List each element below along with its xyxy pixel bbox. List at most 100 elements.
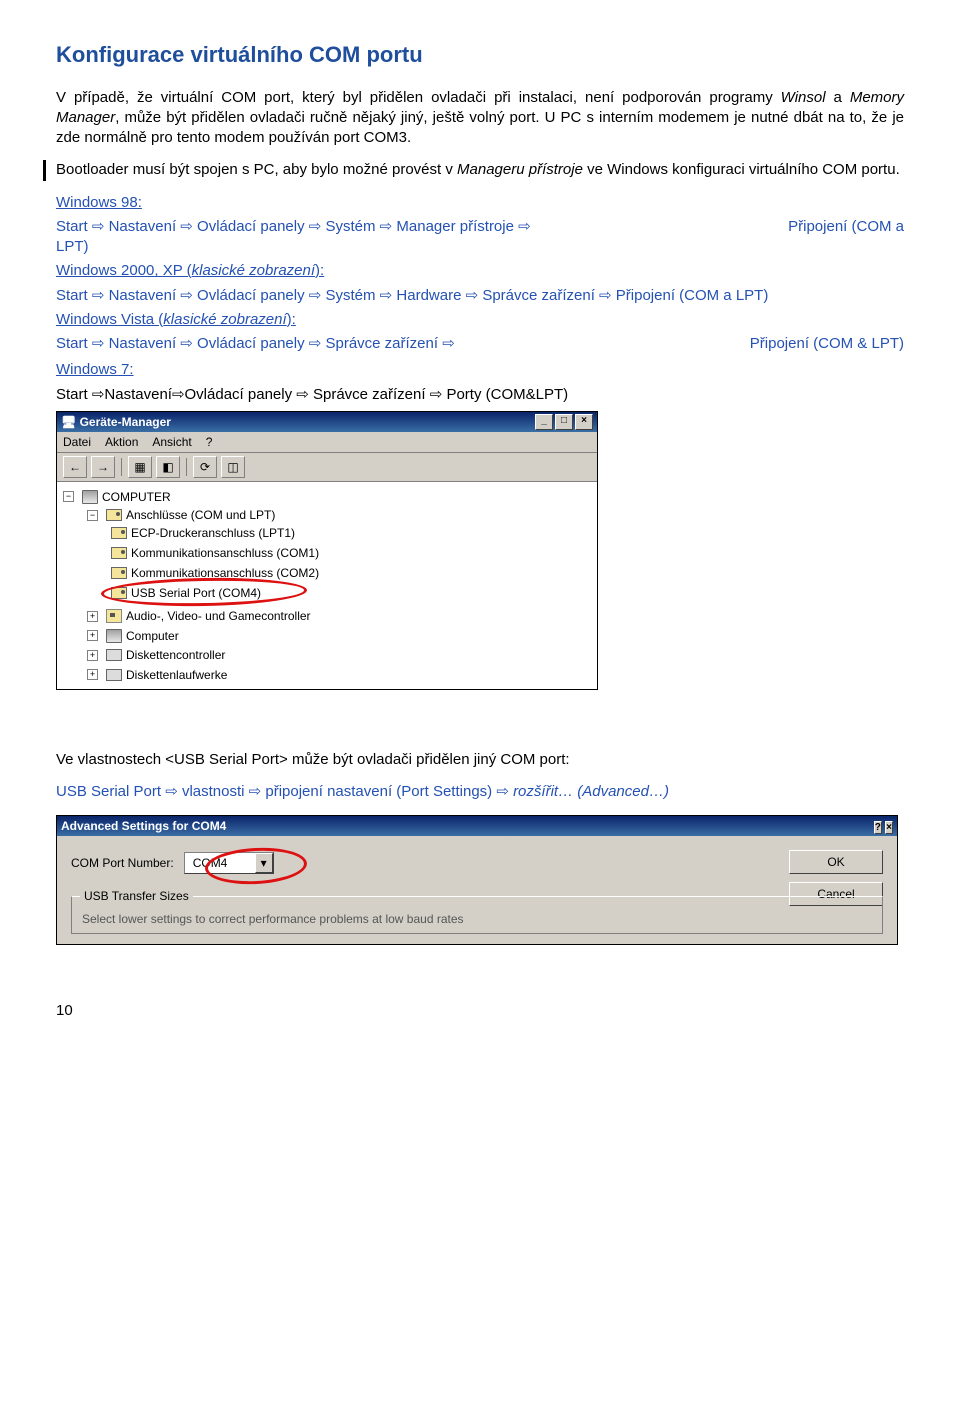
- window-title: Advanced Settings for COM4: [61, 818, 226, 834]
- os-label: Windows 98:: [56, 194, 142, 211]
- menu-item[interactable]: ?: [206, 434, 213, 450]
- text: a: [826, 89, 850, 106]
- note-line2: USB Serial Port ⇨ vlastnosti ⇨ připojení…: [56, 782, 904, 802]
- window-titlebar[interactable]: Advanced Settings for COM4 ? ×: [57, 816, 897, 836]
- tree-leaf-highlighted[interactable]: USB Serial Port (COM4): [111, 585, 261, 601]
- field-label: COM Port Number:: [71, 855, 174, 871]
- help-button[interactable]: ?: [874, 821, 882, 834]
- nav-right: Připojení (COM a: [764, 217, 904, 237]
- nav-path: Start ⇨Nastavení⇨Ovládací panely ⇨ Správ…: [56, 385, 904, 405]
- port-icon: [111, 527, 127, 539]
- nav-right: Připojení (COM & LPT): [726, 334, 904, 354]
- text: , může být přidělen ovladači ručně nějak…: [56, 109, 904, 146]
- maximize-button[interactable]: □: [555, 414, 573, 430]
- combo-value: COM4: [185, 855, 255, 871]
- advanced-settings-window: Advanced Settings for COM4 ? × COM Port …: [56, 815, 898, 945]
- toolbar-back-button[interactable]: ←: [63, 456, 87, 478]
- text: Bootloader musí být spojen s PC, aby byl…: [56, 161, 457, 178]
- tree-node[interactable]: + Audio-, Video- und Gamecontroller: [87, 608, 311, 624]
- separator: [186, 458, 187, 476]
- expand-icon[interactable]: +: [87, 611, 98, 622]
- nav-path: Start ⇨ Nastavení ⇨ Ovládací panely ⇨ Sp…: [56, 334, 455, 354]
- port-icon: [111, 547, 127, 559]
- tree-label: USB Serial Port (COM4): [131, 585, 261, 601]
- app-icon: 🖥: [61, 415, 76, 429]
- tree-label: Kommunikationsanschluss (COM2): [131, 565, 319, 581]
- tree-label: Diskettencontroller: [126, 647, 225, 663]
- tree-label: Kommunikationsanschluss (COM1): [131, 545, 319, 561]
- callout-text: Bootloader musí být spojen s PC, aby byl…: [56, 160, 904, 180]
- os-label: Windows 7:: [56, 361, 134, 378]
- tree-area: − COMPUTER − Anschlüsse (COM und LPT) EC…: [57, 482, 597, 689]
- os-label: Windows 2000, XP (klasické zobrazení):: [56, 262, 324, 279]
- tree-node[interactable]: + Computer: [87, 628, 179, 644]
- text-italic: Manageru přístroje: [457, 161, 583, 178]
- groupbox-usb-transfer: USB Transfer Sizes Select lower settings…: [71, 896, 883, 934]
- title-text: Geräte-Manager: [80, 415, 171, 429]
- toolbar-button[interactable]: ◫: [221, 456, 245, 478]
- text: ve Windows konfiguraci virtuálního COM p…: [583, 161, 900, 178]
- expand-icon[interactable]: +: [87, 669, 98, 680]
- toolbar-button[interactable]: ◧: [156, 456, 180, 478]
- controller-icon: [106, 649, 122, 661]
- sound-icon: [106, 609, 122, 623]
- tree-leaf[interactable]: Kommunikationsanschluss (COM2): [111, 565, 319, 581]
- toolbar-refresh-button[interactable]: ⟳: [193, 456, 217, 478]
- menubar: Datei Aktion Ansicht ?: [57, 432, 597, 453]
- callout-bar: Bootloader musí být spojen s PC, aby byl…: [43, 160, 904, 180]
- collapse-icon[interactable]: −: [87, 510, 98, 521]
- collapse-icon[interactable]: −: [63, 491, 74, 502]
- chevron-down-icon[interactable]: ▾: [255, 853, 273, 873]
- groupbox-legend: USB Transfer Sizes: [80, 888, 193, 904]
- window-titlebar[interactable]: 🖥 Geräte-Manager _ □ ×: [57, 412, 597, 432]
- hint-text: Select lower settings to correct perform…: [82, 911, 872, 927]
- close-button[interactable]: ×: [575, 414, 593, 430]
- text-italic: rozšířit… (Advanced…): [513, 783, 669, 800]
- expand-icon[interactable]: +: [87, 650, 98, 661]
- text: USB Serial Port ⇨ vlastnosti ⇨ připojení…: [56, 783, 513, 800]
- page-number: 10: [56, 1001, 904, 1021]
- close-button[interactable]: ×: [885, 821, 893, 834]
- tree-node[interactable]: + Diskettencontroller: [87, 647, 225, 663]
- port-icon: [111, 587, 127, 599]
- page-title: Konfigurace virtuálního COM portu: [56, 40, 904, 70]
- toolbar-button[interactable]: ▦: [128, 456, 152, 478]
- nav-path: Start ⇨ Nastavení ⇨ Ovládací panely ⇨ Sy…: [56, 217, 531, 237]
- separator: [121, 458, 122, 476]
- computer-icon: [106, 629, 122, 643]
- tree-label: Anschlüsse (COM und LPT): [126, 507, 275, 523]
- port-icon: [111, 567, 127, 579]
- tree-leaf[interactable]: Kommunikationsanschluss (COM1): [111, 545, 319, 561]
- drive-icon: [106, 669, 122, 681]
- tree-label: COMPUTER: [102, 489, 171, 505]
- port-icon: [106, 509, 122, 521]
- menu-item[interactable]: Datei: [63, 434, 91, 450]
- tree-node-ports[interactable]: − Anschlüsse (COM und LPT): [87, 507, 275, 523]
- tree-leaf[interactable]: ECP-Druckeranschluss (LPT1): [111, 525, 295, 541]
- device-manager-window: 🖥 Geräte-Manager _ □ × Datei Aktion Ansi…: [56, 411, 598, 690]
- toolbar-forward-button[interactable]: →: [91, 456, 115, 478]
- intro-paragraph: V případě, že virtuální COM port, který …: [56, 88, 904, 149]
- nav-path: Start ⇨ Nastavení ⇨ Ovládací panely ⇨ Sy…: [56, 286, 904, 306]
- ok-button[interactable]: OK: [789, 850, 883, 874]
- navigation-block: Windows 98: Start ⇨ Nastavení ⇨ Ovládací…: [56, 193, 904, 405]
- tree-label: Audio-, Video- und Gamecontroller: [126, 608, 311, 624]
- tree-node[interactable]: + Diskettenlaufwerke: [87, 667, 227, 683]
- expand-icon[interactable]: +: [87, 630, 98, 641]
- tree-label: Diskettenlaufwerke: [126, 667, 227, 683]
- minimize-button[interactable]: _: [535, 414, 553, 430]
- computer-icon: [82, 490, 98, 504]
- text-italic: Winsol: [781, 89, 826, 106]
- nav-path-cont: LPT): [56, 238, 89, 255]
- menu-item[interactable]: Ansicht: [152, 434, 191, 450]
- note-line1: Ve vlastnostech <USB Serial Port> může b…: [56, 750, 904, 770]
- tree-root[interactable]: − COMPUTER: [63, 489, 171, 505]
- window-title: 🖥 Geräte-Manager: [61, 414, 171, 430]
- tree-label: ECP-Druckeranschluss (LPT1): [131, 525, 295, 541]
- menu-item[interactable]: Aktion: [105, 434, 138, 450]
- os-label: Windows Vista (klasické zobrazení):: [56, 311, 296, 328]
- text: V případě, že virtuální COM port, který …: [56, 89, 781, 106]
- com-port-combo[interactable]: COM4 ▾: [184, 852, 274, 874]
- toolbar: ← → ▦ ◧ ⟳ ◫: [57, 453, 597, 482]
- tree-label: Computer: [126, 628, 179, 644]
